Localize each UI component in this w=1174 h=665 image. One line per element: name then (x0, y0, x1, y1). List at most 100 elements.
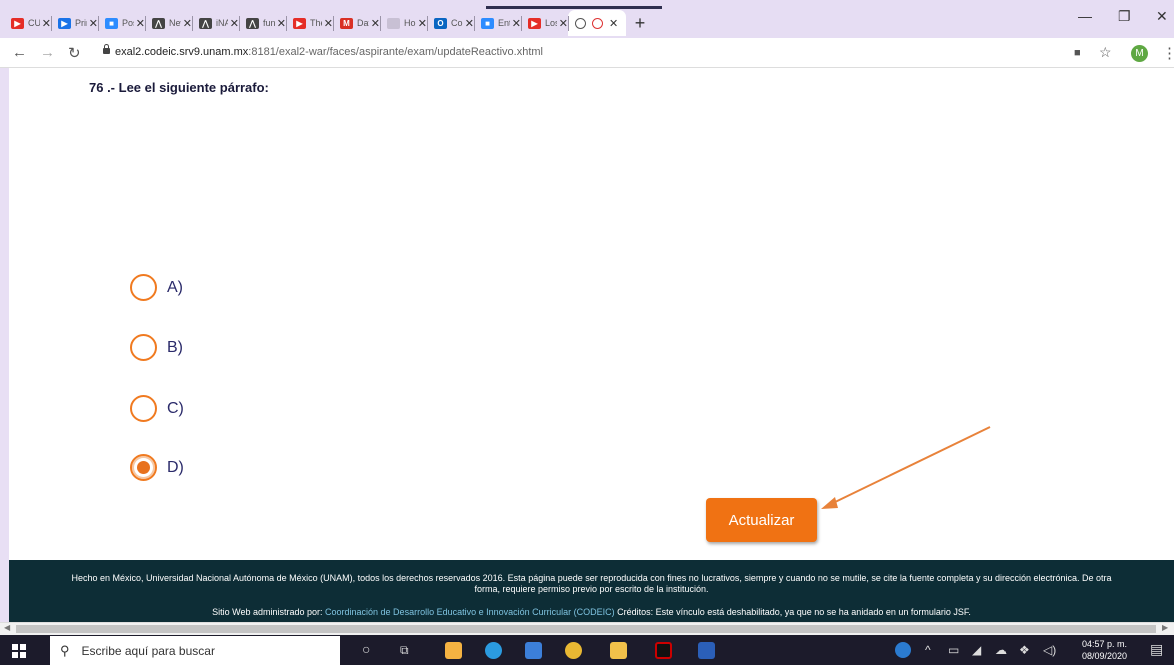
tab-close-icon[interactable]: ✕ (277, 17, 286, 30)
globe-icon (575, 17, 586, 29)
edge-icon[interactable] (485, 642, 502, 659)
tab-4[interactable]: ⋀ New✕ (145, 10, 192, 36)
scrollbar-thumb[interactable] (16, 625, 1156, 633)
tab-favicon-icon: ▶ (528, 17, 541, 29)
update-button[interactable]: Actualizar (706, 498, 817, 542)
tab-title: fun- (263, 18, 275, 28)
tab-close-icon[interactable]: ✕ (512, 17, 521, 30)
exam-page: 76 .- Lee el siguiente párrafo: A) B) C)… (9, 68, 1174, 560)
windows-start-icon[interactable] (12, 644, 26, 658)
taskbar-clock[interactable]: 04:57 p. m. 08/09/2020 (1082, 638, 1127, 662)
tab-11[interactable]: ■ Entr✕ (474, 10, 521, 36)
tab-favicon-icon: ▶ (11, 17, 24, 29)
tab-favicon-icon: M (340, 17, 353, 29)
search-placeholder: Escribe aquí para buscar (81, 643, 215, 658)
tab-10[interactable]: O Con✕ (427, 10, 474, 36)
tab-favicon-icon (387, 17, 400, 29)
camera-icon[interactable]: ■ (1074, 47, 1081, 59)
new-tab-button[interactable]: + (626, 10, 654, 36)
tab-hover-indicator (486, 6, 662, 9)
windows-taskbar: ⚲ Escribe aquí para buscar ○ ⧉ ^ ▭ ◢ ☁ ❖… (0, 635, 1174, 665)
lock-icon[interactable] (103, 44, 110, 56)
tab-favicon-icon: ▶ (58, 17, 71, 29)
back-icon[interactable]: ← (12, 44, 27, 61)
annotation-arrow (821, 426, 991, 509)
help-icon[interactable] (895, 642, 911, 658)
volume-icon[interactable]: ◁) (1043, 643, 1056, 657)
close-window-icon[interactable]: ✕ (1156, 8, 1168, 25)
store-icon[interactable] (445, 642, 462, 659)
tab-favicon-icon: ■ (105, 17, 118, 29)
tab-active[interactable]: ✕ (568, 10, 626, 36)
tab-close-icon[interactable]: ✕ (230, 17, 239, 30)
word-icon[interactable] (698, 642, 715, 659)
chrome-icon[interactable] (565, 642, 582, 659)
forward-icon[interactable]: → (40, 44, 55, 61)
tab-close-icon[interactable]: ✕ (371, 17, 380, 30)
tab-12[interactable]: ▶ Los✕ (521, 10, 568, 36)
restore-icon[interactable]: ❐ (1118, 8, 1131, 25)
tab-title: Dat (357, 18, 369, 28)
bookmark-star-icon[interactable]: ☆ (1099, 44, 1112, 61)
recording-icon (592, 17, 603, 29)
tab-title: Prim (75, 18, 87, 28)
footer-credits-text: Créditos: Este vínculo está deshabilitad… (614, 607, 971, 617)
tab-2[interactable]: ▶ Prim✕ (51, 10, 98, 36)
taskbar-search[interactable]: ⚲ Escribe aquí para buscar (50, 636, 340, 665)
tab-title: Hon (404, 18, 416, 28)
tab-close-icon[interactable]: ✕ (609, 17, 618, 30)
tab-favicon-icon: ⋀ (152, 17, 165, 29)
netflix-icon[interactable] (655, 642, 672, 659)
url-path: :8181/exal2-war/faces/aspirante/exam/upd… (248, 46, 543, 58)
chevron-up-icon[interactable]: ^ (925, 643, 931, 657)
tab-close-icon[interactable]: ✕ (183, 17, 192, 30)
dropbox-icon[interactable]: ❖ (1019, 643, 1030, 657)
tab-close-icon[interactable]: ✕ (136, 17, 145, 30)
address-bar: ← → ↻ exal2.codeic.srv9.unam.mx:8181/exa… (0, 38, 1174, 68)
tab-title: Entr (498, 18, 510, 28)
horizontal-scrollbar[interactable]: ◀ ▶ (0, 622, 1174, 635)
footer-copyright: Hecho en México, Universidad Nacional Au… (71, 573, 1112, 594)
tab-1[interactable]: ▶ CUR✕ (4, 10, 51, 36)
avatar[interactable]: M (1131, 45, 1148, 62)
cortana-icon[interactable]: ○ (362, 641, 370, 657)
tab-favicon-icon: ▶ (293, 17, 306, 29)
footer-admin-label: Sitio Web administrado por: (212, 607, 326, 617)
tab-close-icon[interactable]: ✕ (559, 17, 568, 30)
url-field[interactable]: exal2.codeic.srv9.unam.mx:8181/exal2-war… (115, 46, 543, 58)
onedrive-icon[interactable]: ☁ (995, 643, 1007, 657)
scroll-right-icon[interactable]: ▶ (1162, 623, 1168, 632)
tab-title: iNAC (216, 18, 228, 28)
notifications-icon[interactable]: ▤ (1150, 641, 1163, 658)
tab-favicon-icon: ⋀ (199, 17, 212, 29)
tab-8[interactable]: M Dat✕ (333, 10, 380, 36)
tab-favicon-icon: O (434, 17, 447, 29)
minimize-icon[interactable]: — (1078, 8, 1092, 24)
tab-3[interactable]: ■ Posa✕ (98, 10, 145, 36)
tab-favicon-icon: ■ (481, 17, 494, 29)
tab-title: CUR (28, 18, 40, 28)
tab-9[interactable]: Hon✕ (380, 10, 427, 36)
clock-date: 08/09/2020 (1082, 651, 1128, 661)
tab-6[interactable]: ⋀ fun-✕ (239, 10, 286, 36)
tab-close-icon[interactable]: ✕ (465, 17, 474, 30)
url-host: exal2.codeic.srv9.unam.mx (115, 46, 249, 58)
reload-icon[interactable]: ↻ (68, 44, 81, 62)
tab-title: The (310, 18, 322, 28)
tab-5[interactable]: ⋀ iNAC✕ (192, 10, 239, 36)
tab-close-icon[interactable]: ✕ (89, 17, 98, 30)
battery-icon[interactable]: ▭ (948, 643, 959, 657)
tab-close-icon[interactable]: ✕ (418, 17, 427, 30)
tab-close-icon[interactable]: ✕ (324, 17, 333, 30)
media-icon[interactable] (525, 642, 542, 659)
tab-7[interactable]: ▶ The✕ (286, 10, 333, 36)
footer-codeic-link[interactable]: Coordinación de Desarrollo Educativo e I… (325, 607, 615, 617)
wifi-icon[interactable]: ◢ (972, 643, 981, 657)
file-explorer-icon[interactable] (610, 642, 627, 659)
tab-close-icon[interactable]: ✕ (42, 17, 51, 30)
tab-title: New (169, 18, 181, 28)
task-view-icon[interactable]: ⧉ (400, 643, 409, 658)
scroll-left-icon[interactable]: ◀ (4, 623, 10, 632)
menu-icon[interactable]: ⋮ (1162, 44, 1174, 62)
footer-credits: Sitio Web administrado por: Coordinación… (9, 607, 1174, 618)
